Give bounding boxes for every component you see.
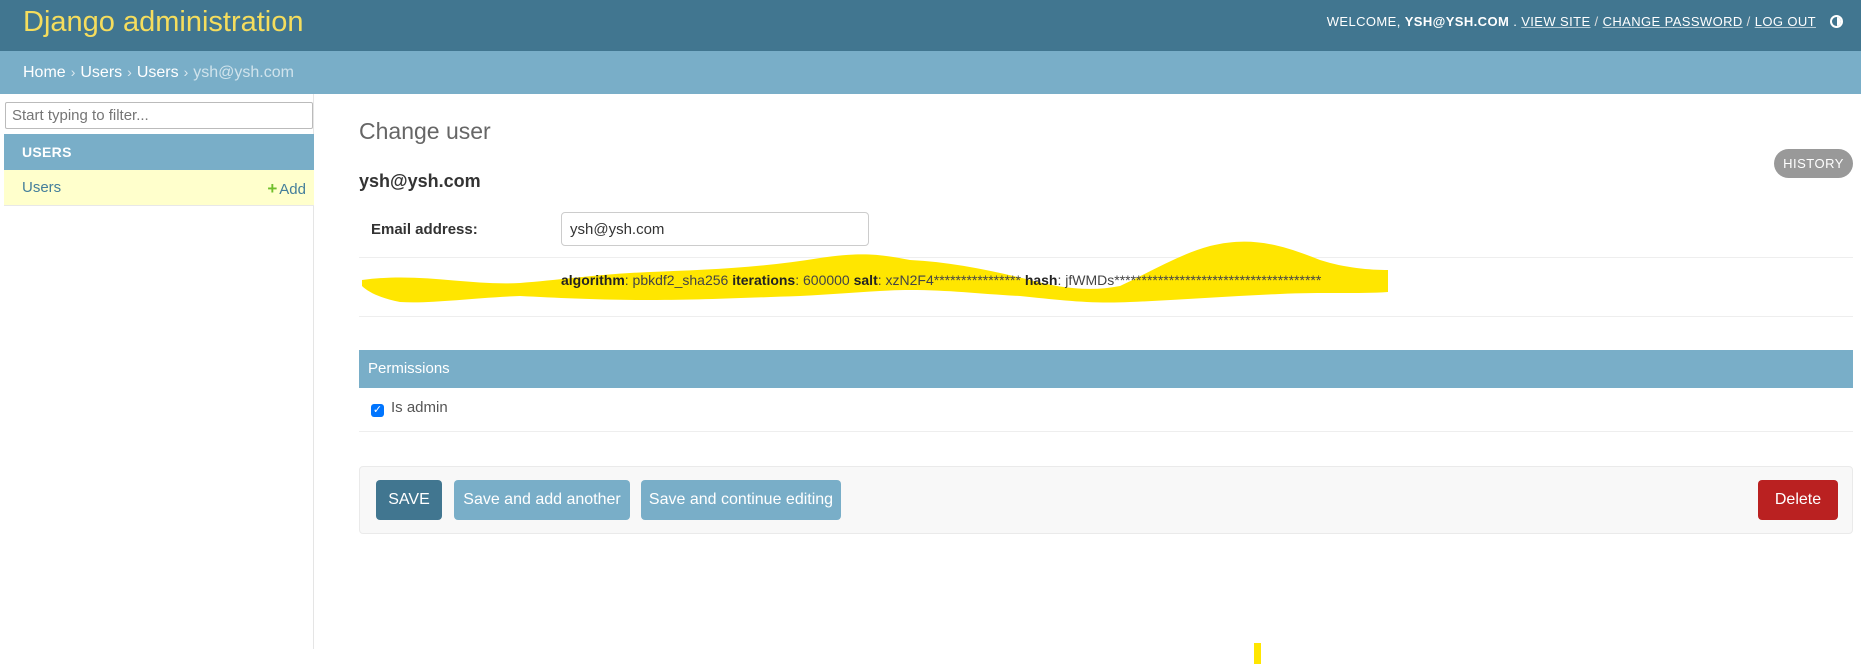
- algorithm-key: algorithm: [561, 272, 625, 288]
- password-label: Password:: [371, 279, 437, 295]
- breadcrumb-app[interactable]: Users: [80, 64, 122, 81]
- form-row-email: Email address:: [359, 204, 1853, 258]
- breadcrumb: Home › Users › Users › ysh@ysh.com: [0, 51, 1861, 94]
- hash-value: : jfWMDs********************************…: [1057, 272, 1322, 288]
- site-brand[interactable]: Django administration: [23, 6, 303, 39]
- change-password-link[interactable]: CHANGE PASSWORD: [1603, 14, 1743, 29]
- permissions-caption: Permissions: [359, 350, 1853, 388]
- save-button[interactable]: SAVE: [376, 480, 442, 520]
- email-field[interactable]: [561, 212, 869, 246]
- iterations-value: : 600000: [795, 272, 854, 288]
- sidebar-item-users: Users + Add: [4, 170, 314, 206]
- password-hash-info: algorithm: pbkdf2_sha256 iterations: 600…: [561, 272, 1321, 288]
- history-button[interactable]: HISTORY: [1774, 149, 1853, 178]
- salt-key: salt: [853, 272, 878, 288]
- algorithm-value: : pbkdf2_sha256: [624, 272, 733, 288]
- logout-link[interactable]: LOG OUT: [1755, 14, 1816, 29]
- sidebar-add-link[interactable]: + Add: [267, 179, 306, 199]
- module-caption-users[interactable]: USERS: [4, 134, 314, 170]
- theme-toggle-icon[interactable]: [1830, 15, 1843, 28]
- breadcrumb-separator: ›: [183, 64, 189, 80]
- separator: /: [1746, 14, 1751, 29]
- form-row-is-admin: ✓ Is admin: [359, 388, 1853, 432]
- sidebar-filter-input[interactable]: [5, 102, 313, 129]
- save-and-add-another-button[interactable]: Save and add another: [454, 480, 630, 520]
- iterations-key: iterations: [732, 272, 796, 288]
- delete-button[interactable]: Delete: [1758, 480, 1838, 520]
- is-admin-checkbox[interactable]: ✓: [371, 404, 384, 417]
- save-and-continue-button[interactable]: Save and continue editing: [641, 480, 841, 520]
- breadcrumb-separator: ›: [127, 64, 132, 80]
- object-title: ysh@ysh.com: [359, 171, 481, 191]
- welcome-text: WELCOME,: [1326, 14, 1401, 29]
- email-label: Email address:: [371, 221, 478, 238]
- breadcrumb-model[interactable]: Users: [137, 64, 179, 81]
- submit-row: SAVE Save and add another Save and conti…: [359, 466, 1853, 534]
- current-user: YSH@YSH.COM: [1404, 14, 1510, 29]
- add-icon: +: [267, 179, 278, 198]
- nav-sidebar: USERS Users +Add: [3, 94, 314, 649]
- header: Django administration WELCOME, YSH@YSH.C…: [0, 0, 1861, 51]
- hash-key: hash: [1024, 272, 1058, 288]
- add-label: Add: [279, 181, 306, 198]
- user-tools: WELCOME, YSH@YSH.COM. VIEW SITE / CHANGE…: [1327, 14, 1843, 29]
- salt-value: : xzN2F4****************: [877, 272, 1025, 288]
- page-title: Change user: [359, 118, 491, 144]
- breadcrumb-separator: ›: [70, 64, 76, 80]
- breadcrumb-home[interactable]: Home: [23, 64, 66, 81]
- separator: /: [1594, 14, 1599, 29]
- breadcrumb-current: ysh@ysh.com: [193, 64, 294, 81]
- is-admin-label[interactable]: Is admin: [391, 399, 448, 416]
- highlighter-mark: [1254, 643, 1261, 664]
- view-site-link[interactable]: VIEW SITE: [1521, 14, 1590, 29]
- sidebar-users-link[interactable]: Users: [22, 179, 61, 196]
